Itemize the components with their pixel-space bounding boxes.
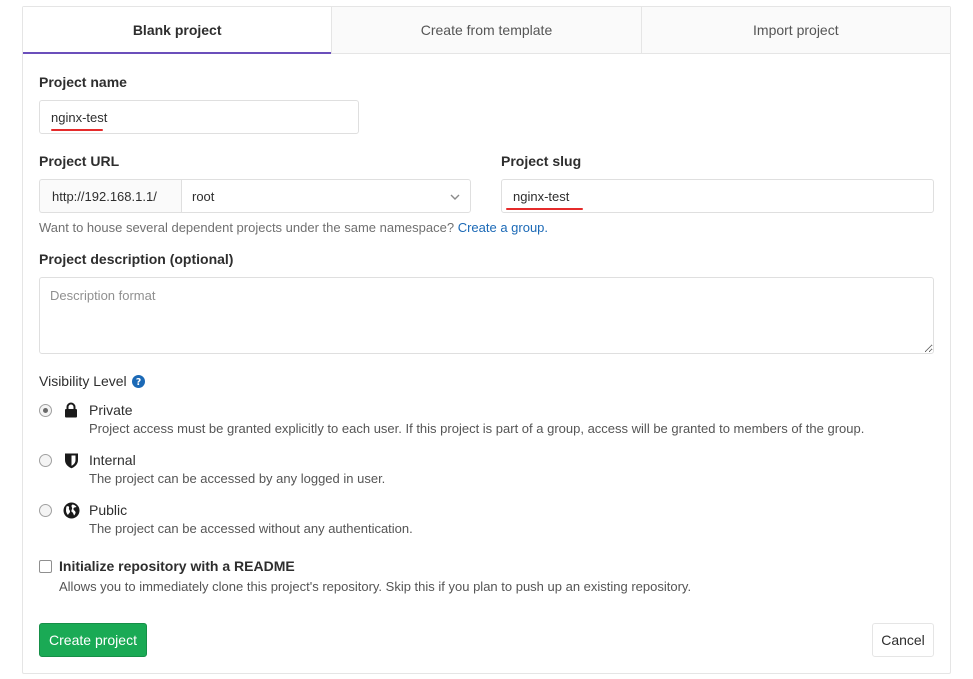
namespace-select[interactable]: root [181, 179, 471, 213]
project-url-label: Project URL [39, 153, 120, 169]
visibility-private-desc: Project access must be granted explicitl… [89, 421, 865, 436]
visibility-label: Visibility Level [39, 373, 127, 389]
namespace-help-message: Want to house several dependent projects… [39, 220, 455, 235]
visibility-internal-radio[interactable] [39, 454, 52, 467]
tab-blank-project[interactable]: Blank project [23, 7, 332, 54]
project-type-tabs: Blank project Create from template Impor… [23, 7, 950, 54]
visibility-public-title: Public [89, 502, 128, 518]
create-project-button[interactable]: Create project [39, 623, 147, 657]
description-label: Project description (optional) [39, 251, 234, 267]
question-circle-icon[interactable]: ? [131, 374, 145, 388]
namespace-help-text: Want to house several dependent projects… [39, 220, 548, 235]
project-slug-value: nginx-test [513, 188, 570, 204]
project-name-label: Project name [39, 74, 127, 90]
tab-import-project[interactable]: Import project [640, 7, 950, 54]
project-name-value: nginx-test [51, 109, 108, 125]
visibility-heading: Visibility Level ? [39, 373, 145, 389]
visibility-private-radio[interactable] [39, 404, 52, 417]
globe-icon [63, 502, 80, 519]
chevron-down-icon [450, 194, 460, 200]
visibility-private-title: Private [89, 402, 133, 418]
visibility-internal-desc: The project can be accessed by any logge… [89, 471, 386, 486]
readme-checkbox[interactable] [39, 560, 52, 573]
project-slug-label: Project slug [501, 153, 582, 169]
readme-desc: Allows you to immediately clone this pro… [59, 579, 692, 594]
svg-text:?: ? [135, 377, 140, 388]
cancel-button[interactable]: Cancel [872, 623, 934, 657]
description-textarea[interactable] [39, 277, 934, 354]
project-url-prefix-text: http://192.168.1.1/ [52, 188, 157, 204]
create-group-link[interactable]: Create a group. [458, 220, 548, 235]
annotation-underline [51, 129, 103, 131]
lock-icon [65, 402, 77, 418]
annotation-underline [506, 208, 583, 210]
readme-label: Initialize repository with a README [59, 558, 295, 574]
tab-create-from-template[interactable]: Create from template [331, 7, 641, 54]
visibility-internal-title: Internal [89, 452, 136, 468]
visibility-public-radio[interactable] [39, 504, 52, 517]
project-url-prefix: http://192.168.1.1/ [39, 179, 182, 213]
namespace-value: root [192, 188, 215, 204]
shield-icon [65, 453, 78, 469]
visibility-public-desc: The project can be accessed without any … [89, 521, 413, 536]
